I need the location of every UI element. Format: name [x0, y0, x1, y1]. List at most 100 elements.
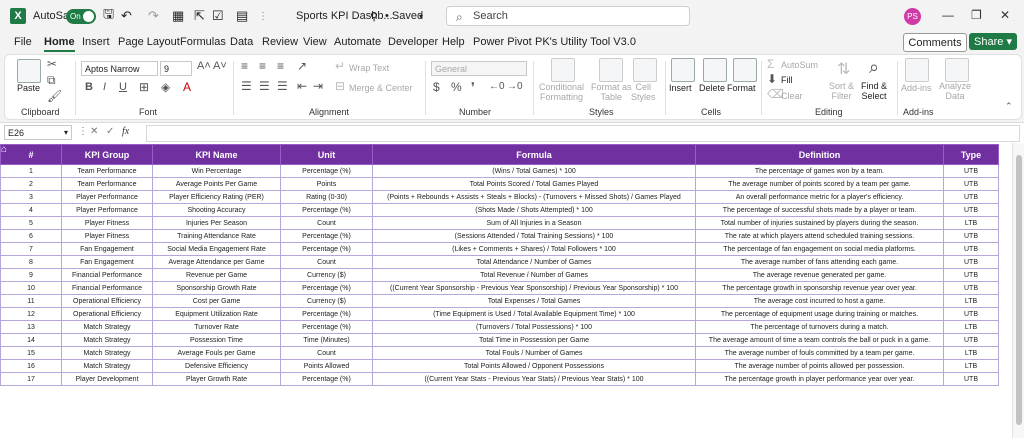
table-cell[interactable]: Average Points Per Game — [152, 177, 281, 191]
table-cell[interactable]: Percentage (%) — [280, 281, 373, 295]
table-cell[interactable]: The percentage growth in sponsorship rev… — [695, 281, 944, 295]
add-ins-button[interactable]: Add-ins — [901, 83, 932, 93]
tab-formulas[interactable]: Formulas — [180, 36, 226, 48]
enter-icon[interactable]: ✓ — [106, 126, 114, 137]
table-cell[interactable]: Total number of injuries sustained by pl… — [695, 216, 944, 230]
table-cell[interactable]: (Turnovers / Total Possessions) * 100 — [372, 320, 696, 334]
cut-icon[interactable]: ✂ — [47, 57, 57, 71]
format-cells-icon[interactable] — [733, 58, 757, 82]
analyze-data-button[interactable]: Analyze Data — [939, 81, 971, 101]
table-cell[interactable]: Player Development — [61, 372, 153, 386]
table-cell[interactable]: Defensive Efficiency — [152, 359, 281, 373]
tab-insert[interactable]: Insert — [82, 36, 110, 48]
fill-button[interactable]: Fill — [781, 75, 793, 85]
column-header[interactable]: Unit — [280, 144, 373, 165]
table-cell[interactable]: An overall performance metric for a play… — [695, 190, 944, 204]
column-header[interactable]: Type — [943, 144, 999, 165]
table-cell[interactable]: (Sessions Attended / Total Training Sess… — [372, 229, 696, 243]
table-icon[interactable]: ▤ — [236, 0, 248, 32]
decrease-decimal-icon[interactable]: →0 — [507, 81, 523, 92]
increase-font-icon[interactable]: A˄ — [197, 60, 211, 72]
table-cell[interactable]: 14 — [0, 333, 62, 347]
undo-icon[interactable]: ↶ — [121, 0, 132, 32]
table-cell[interactable]: Total Points Scored / Total Games Played — [372, 177, 696, 191]
table-cell[interactable]: Total Expenses / Total Games — [372, 294, 696, 308]
table-cell[interactable]: Average Attendance per Game — [152, 255, 281, 269]
wrap-text-button[interactable]: Wrap Text — [349, 63, 389, 73]
tab-automate[interactable]: Automate — [334, 36, 381, 48]
tab-power-pivot[interactable]: Power Pivot — [473, 36, 532, 48]
table-cell[interactable]: UTB — [943, 229, 999, 243]
table-cell[interactable]: Operational Efficiency — [61, 294, 153, 308]
table-cell[interactable]: UTB — [943, 177, 999, 191]
table-cell[interactable]: UTB — [943, 372, 999, 386]
tab-file[interactable]: File — [14, 36, 32, 48]
autosum-icon[interactable]: Σ — [767, 57, 774, 71]
merge-icon[interactable]: ⊟ — [335, 79, 345, 93]
insert-function-icon[interactable]: fx — [122, 126, 129, 137]
tab-help[interactable]: Help — [442, 36, 465, 48]
table-cell[interactable]: Percentage (%) — [280, 229, 373, 243]
home-icon[interactable]: ⌂ — [1, 144, 7, 155]
table-cell[interactable]: Fan Engagement — [61, 242, 153, 256]
avatar[interactable]: PS — [904, 8, 921, 25]
table-cell[interactable]: UTB — [943, 281, 999, 295]
table-cell[interactable]: Team Performance — [61, 177, 153, 191]
table-cell[interactable]: 6 — [0, 229, 62, 243]
table-cell[interactable]: Time (Minutes) — [280, 333, 373, 347]
table-cell[interactable]: Match Strategy — [61, 320, 153, 334]
table-cell[interactable]: Total Points Allowed / Opponent Possessi… — [372, 359, 696, 373]
insert-cells-button[interactable]: Insert — [669, 83, 692, 93]
table-cell[interactable]: Equipment Utilization Rate — [152, 307, 281, 321]
table-cell[interactable]: LTB — [943, 216, 999, 230]
table-cell[interactable]: Financial Performance — [61, 281, 153, 295]
table-cell[interactable]: Player Performance — [61, 190, 153, 204]
table-cell[interactable]: Count — [280, 346, 373, 360]
conditional-formatting-icon[interactable] — [551, 58, 575, 82]
table-cell[interactable]: (Time Equipment is Used / Total Availabl… — [372, 307, 696, 321]
table-cell[interactable]: UTB — [943, 333, 999, 347]
table-cell[interactable]: Points — [280, 177, 373, 191]
column-header[interactable]: KPI Name — [152, 144, 281, 165]
bold-icon[interactable]: B — [85, 81, 93, 93]
merge-center-button[interactable]: Merge & Center — [349, 83, 413, 93]
align-right-icon[interactable]: ☰ — [277, 79, 288, 93]
table-cell[interactable]: ((Current Year Sponsorship - Previous Ye… — [372, 281, 696, 295]
tab-developer[interactable]: Developer — [388, 36, 438, 48]
export-icon[interactable]: ⇱ — [194, 0, 205, 32]
vertical-scrollbar[interactable] — [1012, 143, 1024, 438]
table-cell[interactable]: LTB — [943, 320, 999, 334]
table-cell[interactable]: UTB — [943, 203, 999, 217]
find-select-icon[interactable]: ⌕ — [869, 57, 879, 78]
table-cell[interactable]: Count — [280, 255, 373, 269]
table-cell[interactable]: 15 — [0, 346, 62, 360]
table-cell[interactable]: Player Performance — [61, 203, 153, 217]
fill-icon[interactable]: ⬇ — [767, 72, 777, 86]
table-cell[interactable]: Possession Time — [152, 333, 281, 347]
comma-icon[interactable]: ❜ — [471, 80, 475, 94]
decrease-font-icon[interactable]: A˅ — [213, 60, 227, 72]
table-cell[interactable]: The percentage of games won by a team. — [695, 164, 944, 178]
table-cell[interactable]: Player Growth Rate — [152, 372, 281, 386]
table-cell[interactable]: Percentage (%) — [280, 242, 373, 256]
paste-button[interactable]: Paste — [17, 83, 40, 93]
table-cell[interactable]: The average number of fouls committed by… — [695, 346, 944, 360]
percent-icon[interactable]: % — [451, 80, 462, 94]
table-cell[interactable]: Total Fouls / Number of Games — [372, 346, 696, 360]
number-format-select[interactable]: General — [431, 61, 527, 76]
cell-styles-button[interactable]: Cell Styles — [631, 82, 656, 102]
table-cell[interactable]: Percentage (%) — [280, 320, 373, 334]
table-cell[interactable]: The percentage of fan engagement on soci… — [695, 242, 944, 256]
conditional-formatting-button[interactable]: Conditional Formatting — [539, 82, 584, 102]
table-cell[interactable]: (Points + Rebounds + Assists + Steals + … — [372, 190, 696, 204]
table-cell[interactable]: The percentage growth in player performa… — [695, 372, 944, 386]
add-ins-icon[interactable] — [905, 58, 929, 82]
table-cell[interactable]: 16 — [0, 359, 62, 373]
italic-icon[interactable]: I — [103, 81, 106, 93]
table-cell[interactable]: 11 — [0, 294, 62, 308]
table-cell[interactable]: 12 — [0, 307, 62, 321]
table-cell[interactable]: Win Percentage — [152, 164, 281, 178]
table-cell[interactable]: UTB — [943, 164, 999, 178]
currency-icon[interactable]: $ — [433, 80, 440, 94]
file-name[interactable]: Sports KPI Dashb... — [296, 0, 393, 32]
